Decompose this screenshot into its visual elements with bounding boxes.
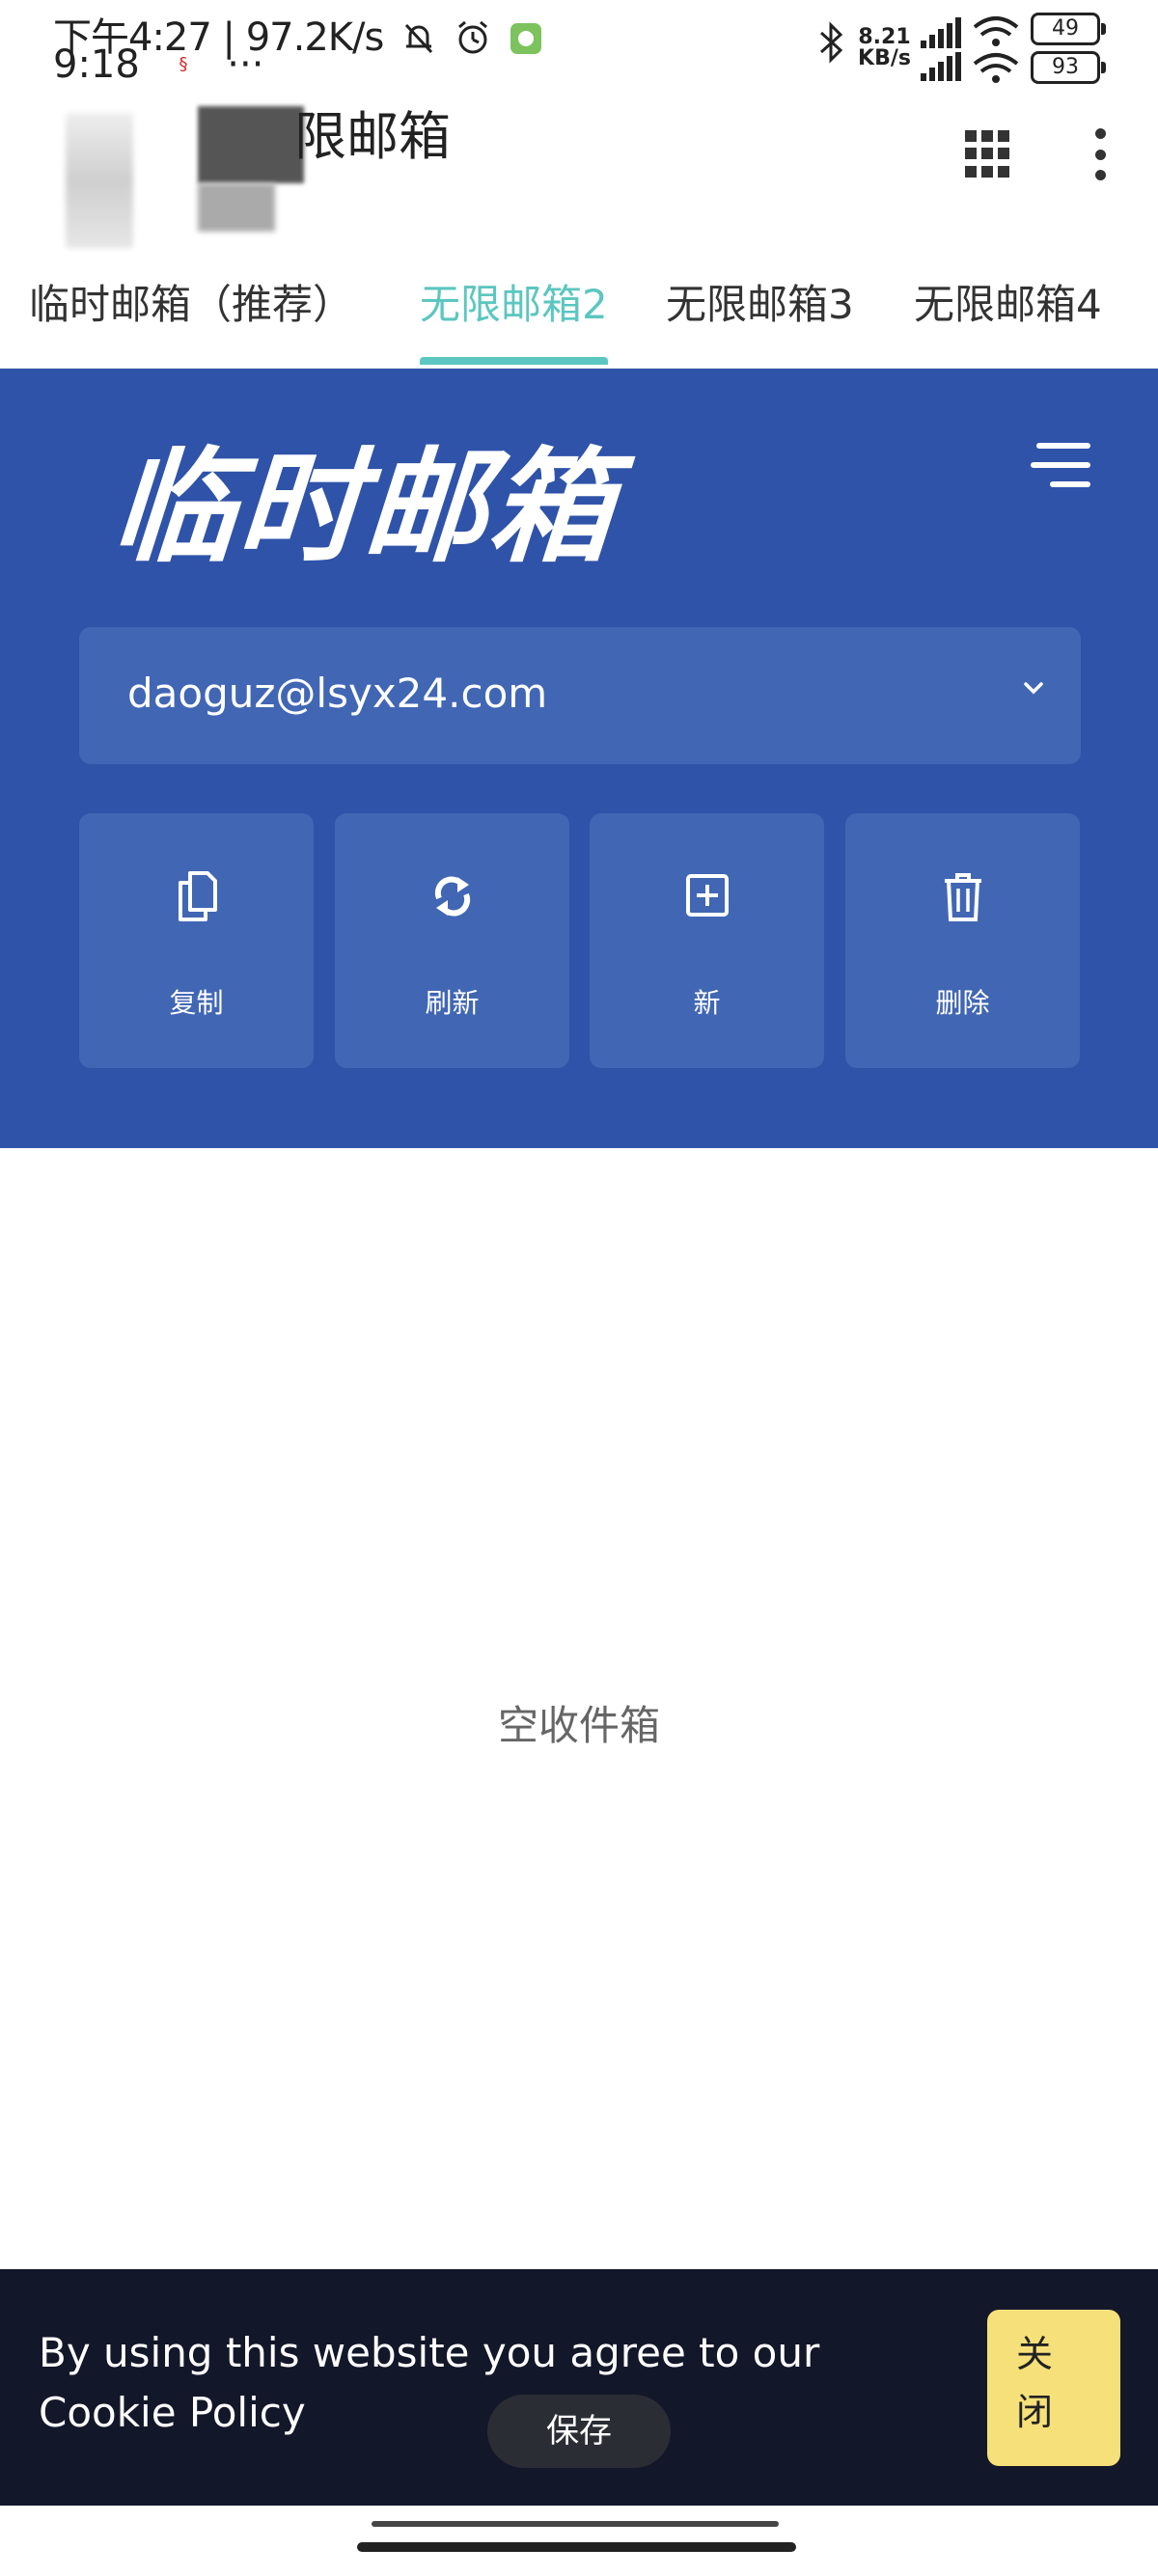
close-cookie-button[interactable]: 关闭 bbox=[987, 2310, 1120, 2466]
copy-label: 复制 bbox=[169, 987, 224, 1019]
refresh-icon bbox=[434, 876, 471, 917]
signal-icon bbox=[921, 15, 961, 81]
battery-level-2: 93 bbox=[1031, 51, 1106, 84]
new-label: 新 bbox=[693, 987, 721, 1019]
home-indicator[interactable] bbox=[357, 2542, 796, 2552]
close-cookie-label: 关闭 bbox=[1016, 2333, 1054, 2433]
copy-icon bbox=[179, 871, 217, 921]
add-icon bbox=[686, 874, 729, 917]
delete-button[interactable]: 删除 bbox=[845, 813, 1080, 1068]
more-vert-icon[interactable] bbox=[1095, 128, 1107, 180]
active-tab-indicator bbox=[420, 357, 608, 365]
email-address: daoguz@lsyx24.com bbox=[127, 670, 548, 717]
tab-unlimited-mail-2[interactable]: 无限邮箱2 bbox=[420, 272, 608, 331]
home-indicator-upper bbox=[372, 2521, 779, 2527]
page-title: 限邮箱 bbox=[294, 106, 451, 167]
tab-bar: 临时邮箱（推荐） 无限邮箱2 无限邮箱3 无限邮箱4 bbox=[0, 253, 1158, 369]
app-header: 限邮箱 bbox=[0, 92, 1158, 248]
tab-temp-mail-recommended[interactable]: 临时邮箱（推荐） bbox=[29, 272, 353, 331]
bluetooth-icon bbox=[820, 21, 843, 64]
refresh-label: 刷新 bbox=[425, 987, 480, 1019]
app-notification-icon bbox=[510, 23, 541, 54]
status-right: 8.21 KB/s 49 93 bbox=[813, 10, 1106, 87]
hamburger-menu-icon[interactable] bbox=[1031, 441, 1090, 489]
chevron-down-icon bbox=[1024, 682, 1043, 695]
status-time: 9:18 bbox=[53, 42, 140, 87]
cookie-banner: By using this website you agree to our C… bbox=[0, 2269, 1158, 2506]
net-speed-value: 8.21 bbox=[858, 25, 911, 49]
redacted-title-part-2 bbox=[198, 183, 275, 232]
net-speed: 8.21 KB/s bbox=[858, 27, 911, 69]
save-button[interactable]: 保存 bbox=[487, 2395, 671, 2468]
redacted-title-part bbox=[198, 106, 304, 183]
notification-dot-icon: § bbox=[179, 54, 188, 74]
email-address-select[interactable]: daoguz@lsyx24.com bbox=[79, 627, 1081, 764]
tab-unlimited-mail-4[interactable]: 无限邮箱4 bbox=[914, 272, 1102, 331]
apps-grid-icon[interactable] bbox=[965, 130, 1013, 178]
net-speed-unit: KB/s bbox=[858, 46, 911, 70]
refresh-button[interactable]: 刷新 bbox=[335, 813, 569, 1068]
wifi-icon bbox=[973, 16, 1019, 83]
copy-button[interactable]: 复制 bbox=[79, 813, 314, 1068]
trash-icon bbox=[945, 873, 981, 921]
site-logo: 临时邮箱 bbox=[107, 436, 620, 580]
status-more: ··· bbox=[227, 42, 264, 87]
bell-off-icon bbox=[404, 23, 433, 54]
redacted-logo bbox=[66, 113, 133, 248]
delete-label: 删除 bbox=[935, 987, 990, 1019]
new-email-button[interactable]: 新 bbox=[590, 813, 824, 1068]
status-bar: 下午4:27 | 97.2K/s 9:18 § ··· 8.21 KB/s 49… bbox=[0, 0, 1158, 92]
tab-unlimited-mail-3[interactable]: 无限邮箱3 bbox=[666, 272, 854, 331]
alarm-icon bbox=[457, 20, 487, 54]
battery-level-1: 49 bbox=[1031, 13, 1106, 45]
mailbox-panel: 临时邮箱 daoguz@lsyx24.com 复制 刷新 新 删除 bbox=[0, 369, 1158, 1148]
battery-icon: 49 93 bbox=[1031, 13, 1106, 84]
empty-inbox-message: 空收件箱 bbox=[497, 1702, 660, 1749]
status-line2: 9:18 § ··· bbox=[53, 42, 263, 87]
